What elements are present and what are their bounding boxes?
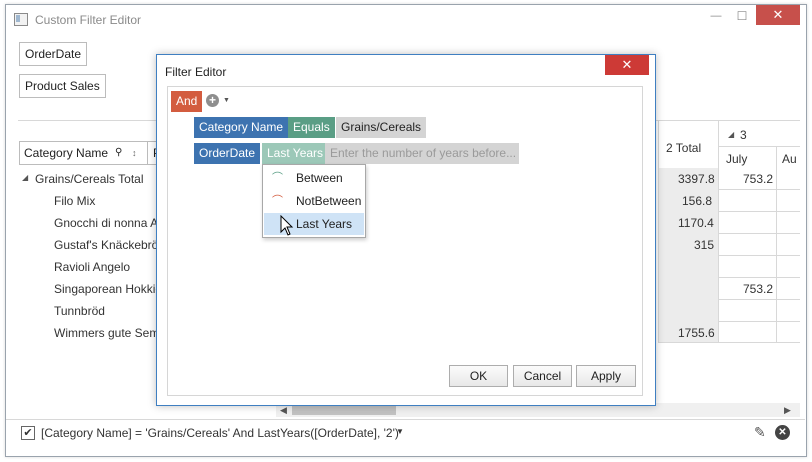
sort-arrow-icon: ↕ [132, 148, 137, 158]
expand-arrow-icon[interactable]: ◢ [728, 130, 734, 139]
app-icon [14, 13, 28, 26]
cell-total: 315 [694, 238, 715, 252]
field-label: Category Name [24, 146, 109, 160]
minimize-button[interactable]: — [704, 7, 728, 25]
menu-item-last-years[interactable]: Last Years [264, 213, 364, 235]
cancel-button[interactable]: Cancel [513, 365, 572, 387]
cell-total: 1170.4 [678, 216, 714, 230]
row-label: Ravioli Angelo [54, 260, 131, 274]
menu-item-label: Last Years [296, 217, 353, 231]
condition-value-input[interactable]: Enter the number of years before... [325, 143, 519, 164]
ok-button[interactable]: OK [449, 365, 508, 387]
add-condition-icon[interactable]: + [206, 94, 219, 107]
dialog-close-button[interactable]: ✕ [605, 55, 649, 75]
scroll-right-icon[interactable]: ▶ [784, 403, 791, 417]
collapse-arrow-icon[interactable]: ◢ [22, 173, 28, 182]
mouse-cursor-icon [280, 214, 294, 240]
close-icon: ✕ [772, 7, 784, 22]
maximize-icon: ☐ [736, 9, 748, 23]
menu-item-between[interactable]: ⌒ Between [264, 167, 364, 189]
filter-enabled-checkbox[interactable]: ✔ [21, 426, 35, 440]
window-title: Custom Filter Editor [35, 13, 142, 27]
group-operator-and[interactable]: And [171, 91, 203, 112]
group-row-label: Grains/Cereals Total [35, 172, 144, 186]
menu-item-notbetween[interactable]: ⌒ NotBetween [264, 190, 364, 212]
field-button-orderdate[interactable]: OrderDate [19, 42, 88, 66]
col-header-total: 2 Total [666, 141, 702, 155]
row-label: Wimmers gute Sem [54, 326, 160, 340]
menu-item-label: Between [296, 171, 343, 185]
row-label: Singaporean Hokkie [54, 282, 163, 296]
add-dropdown-arrow-icon[interactable]: ▼ [223, 97, 230, 104]
cell-total: 1755.6 [678, 326, 715, 340]
dropdown-arrow-icon[interactable]: ▼ [396, 427, 404, 436]
col-divider [776, 146, 777, 342]
condition-field[interactable]: OrderDate [194, 143, 261, 164]
cell-july: 753.2 [743, 282, 774, 296]
filter-bar-divider [6, 419, 805, 420]
row-label: Gustaf's Knäckebröd [54, 238, 166, 252]
clear-filter-icon[interactable]: ✕ [775, 425, 790, 440]
menu-item-label: NotBetween [296, 194, 362, 208]
field-button-product-sales[interactable]: Product Sales [19, 74, 106, 98]
notbetween-icon: ⌒ [272, 195, 283, 207]
condition-field[interactable]: Category Name [194, 117, 289, 138]
field-button-category-name[interactable]: Category Name ⚲ ↕ [19, 141, 151, 165]
cell-july: 753.2 [743, 172, 774, 186]
minimize-icon: — [710, 10, 722, 22]
condition-operator[interactable]: Equals [288, 117, 335, 138]
cell-total: 156.8 [682, 194, 713, 208]
col-divider [718, 146, 800, 147]
cell-total: 3397.8 [678, 172, 715, 186]
scroll-thumb[interactable] [292, 405, 396, 415]
condition-operator[interactable]: Last Years [262, 143, 329, 164]
filter-editor-dialog: Filter Editor ✕ [156, 54, 656, 406]
col-header-month: Au [782, 152, 797, 166]
row-label: Filo Mix [54, 194, 96, 208]
row-label: Gnocchi di nonna A [54, 216, 159, 230]
filter-expression[interactable]: [Category Name] = 'Grains/Cereals' And L… [41, 426, 399, 440]
edit-filter-icon[interactable]: ✎ [754, 424, 766, 441]
col-divider [718, 120, 719, 342]
col-header-month: July [726, 152, 748, 166]
operator-menu: ⌒ Between ⌒ NotBetween Last Years [262, 164, 366, 238]
dialog-title: Filter Editor [165, 65, 227, 79]
apply-button[interactable]: Apply [576, 365, 636, 387]
close-button[interactable]: ✕ [756, 5, 800, 25]
maximize-button[interactable]: ☐ [730, 7, 754, 25]
row-divider [658, 342, 800, 343]
between-icon: ⌒ [272, 172, 283, 184]
col-header-year: 3 [740, 128, 747, 142]
close-icon: ✕ [621, 57, 633, 72]
row-label: Tunnbröd [54, 304, 105, 318]
filter-funnel-icon: ⚲ [115, 147, 123, 158]
condition-value[interactable]: Grains/Cereals [336, 117, 427, 138]
